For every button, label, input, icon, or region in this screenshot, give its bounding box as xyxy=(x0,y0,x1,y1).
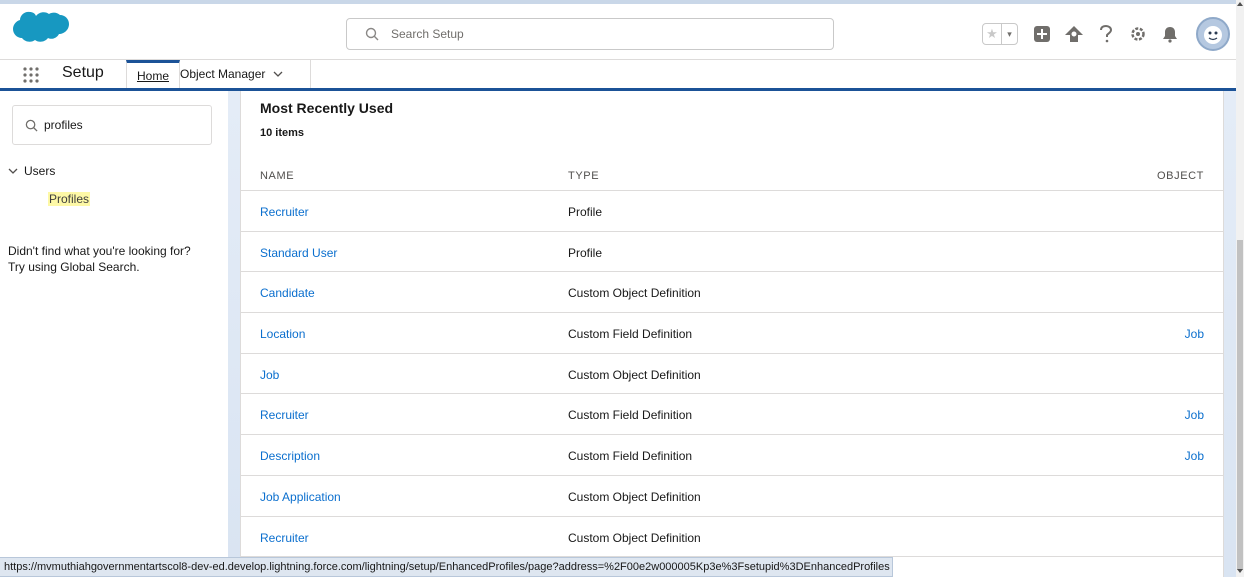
item-count: 10 items xyxy=(260,127,305,139)
chevron-down-icon[interactable] xyxy=(8,166,18,176)
search-setup-input[interactable]: Search Setup xyxy=(346,18,834,50)
notifications-bell-icon[interactable] xyxy=(1160,24,1180,44)
row-name-link[interactable]: Location xyxy=(260,327,305,341)
row-type: Profile xyxy=(568,245,603,260)
app-launcher-icon[interactable] xyxy=(23,67,39,83)
not-found-line1: Didn't find what you're looking for? xyxy=(8,244,191,258)
search-placeholder: Search Setup xyxy=(391,27,464,41)
user-avatar-icon[interactable] xyxy=(1196,17,1230,51)
global-header: Search Setup ★ ▾ xyxy=(0,0,1244,60)
table-row: Recruiter Profile xyxy=(241,191,1224,232)
trailhead-icon[interactable] xyxy=(1064,24,1084,44)
table-row: Recruiter Custom Object Definition xyxy=(241,517,1224,558)
row-type: Custom Object Definition xyxy=(568,530,701,545)
tab-divider xyxy=(310,60,311,88)
row-type: Custom Field Definition xyxy=(568,408,693,423)
table-row: Description Custom Field Definition Job xyxy=(241,435,1224,476)
page-title: Most Recently Used xyxy=(260,100,394,116)
column-header-object[interactable]: OBJECT xyxy=(1157,170,1204,182)
setup-gear-icon[interactable] xyxy=(1128,24,1148,44)
row-type: Profile xyxy=(568,205,603,219)
row-type: Custom Object Definition xyxy=(568,286,701,301)
salesforce-logo[interactable] xyxy=(12,10,70,52)
favorites-star-icon[interactable]: ★ xyxy=(983,24,1002,44)
table-row: Candidate Custom Object Definition xyxy=(241,272,1224,314)
quick-find-input[interactable]: profiles xyxy=(12,105,212,145)
row-name-link[interactable]: Recruiter xyxy=(260,408,309,422)
not-found-line2: Try using Global Search. xyxy=(8,260,140,274)
tree-item-profiles[interactable]: Profiles xyxy=(48,192,91,206)
not-found-hint: Didn't find what you're looking for? Try… xyxy=(8,243,223,275)
row-name-link[interactable]: Recruiter xyxy=(260,531,309,545)
table-row: Standard User Profile xyxy=(241,232,1224,273)
search-icon xyxy=(365,27,379,41)
row-object-link[interactable]: Job xyxy=(1185,449,1204,463)
favorites-control[interactable]: ★ ▾ xyxy=(982,23,1018,45)
page-scrollbar-thumb[interactable] xyxy=(1237,240,1243,570)
tab-home[interactable]: Home xyxy=(126,60,180,88)
scroll-up-arrow-icon[interactable] xyxy=(1237,2,1243,6)
column-header-name[interactable]: NAME xyxy=(260,170,294,182)
setup-sidebar: profiles Users Profiles Didn't find what… xyxy=(0,91,228,577)
help-icon[interactable] xyxy=(1096,24,1116,44)
table-row: Job Custom Object Definition xyxy=(241,354,1224,395)
row-name-link[interactable]: Recruiter xyxy=(260,205,309,219)
add-icon[interactable] xyxy=(1032,24,1052,44)
table-row: Job Application Custom Object Definition xyxy=(241,476,1224,517)
tree-section-label: Users xyxy=(24,164,56,178)
tab-object-manager[interactable]: Object Manager xyxy=(180,60,310,88)
table-header: NAME TYPE OBJECT xyxy=(241,162,1224,191)
row-object-link[interactable]: Job xyxy=(1185,327,1204,341)
table-row: Recruiter Custom Field Definition Job xyxy=(241,394,1224,436)
search-icon xyxy=(25,119,38,132)
row-name-link[interactable]: Standard User xyxy=(260,246,337,260)
row-type: Custom Object Definition xyxy=(568,489,701,504)
quick-find-value: profiles xyxy=(44,118,83,132)
main-panel: Most Recently Used 10 items NAME TYPE OB… xyxy=(240,91,1224,577)
app-name: Setup xyxy=(62,64,104,81)
row-name-link[interactable]: Candidate xyxy=(260,286,315,300)
row-name-link[interactable]: Job Application xyxy=(260,490,341,504)
favorites-dropdown-icon[interactable]: ▾ xyxy=(1002,24,1017,44)
recent-items-table: Recruiter Profile Standard User Profile … xyxy=(241,191,1224,558)
row-type: Custom Field Definition xyxy=(568,449,693,464)
row-name-link[interactable]: Job xyxy=(260,368,279,382)
tree-section-users[interactable]: Users xyxy=(8,164,55,178)
row-type: Custom Object Definition xyxy=(568,367,701,382)
row-object-link[interactable]: Job xyxy=(1185,408,1204,422)
column-header-type[interactable]: TYPE xyxy=(568,170,599,182)
row-name-link[interactable]: Description xyxy=(260,449,320,463)
context-bar: Setup Home Object Manager xyxy=(0,60,1244,91)
row-type: Custom Field Definition xyxy=(568,327,693,342)
tab-object-manager-label: Object Manager xyxy=(180,67,266,81)
chevron-down-icon[interactable] xyxy=(273,69,283,79)
header-actions: ★ ▾ xyxy=(982,16,1230,52)
browser-status-url: https://mvmuthiahgovernmentartscol8-dev-… xyxy=(0,557,893,577)
scroll-down-arrow-icon[interactable] xyxy=(1237,569,1243,573)
table-row: Location Custom Field Definition Job xyxy=(241,313,1224,354)
